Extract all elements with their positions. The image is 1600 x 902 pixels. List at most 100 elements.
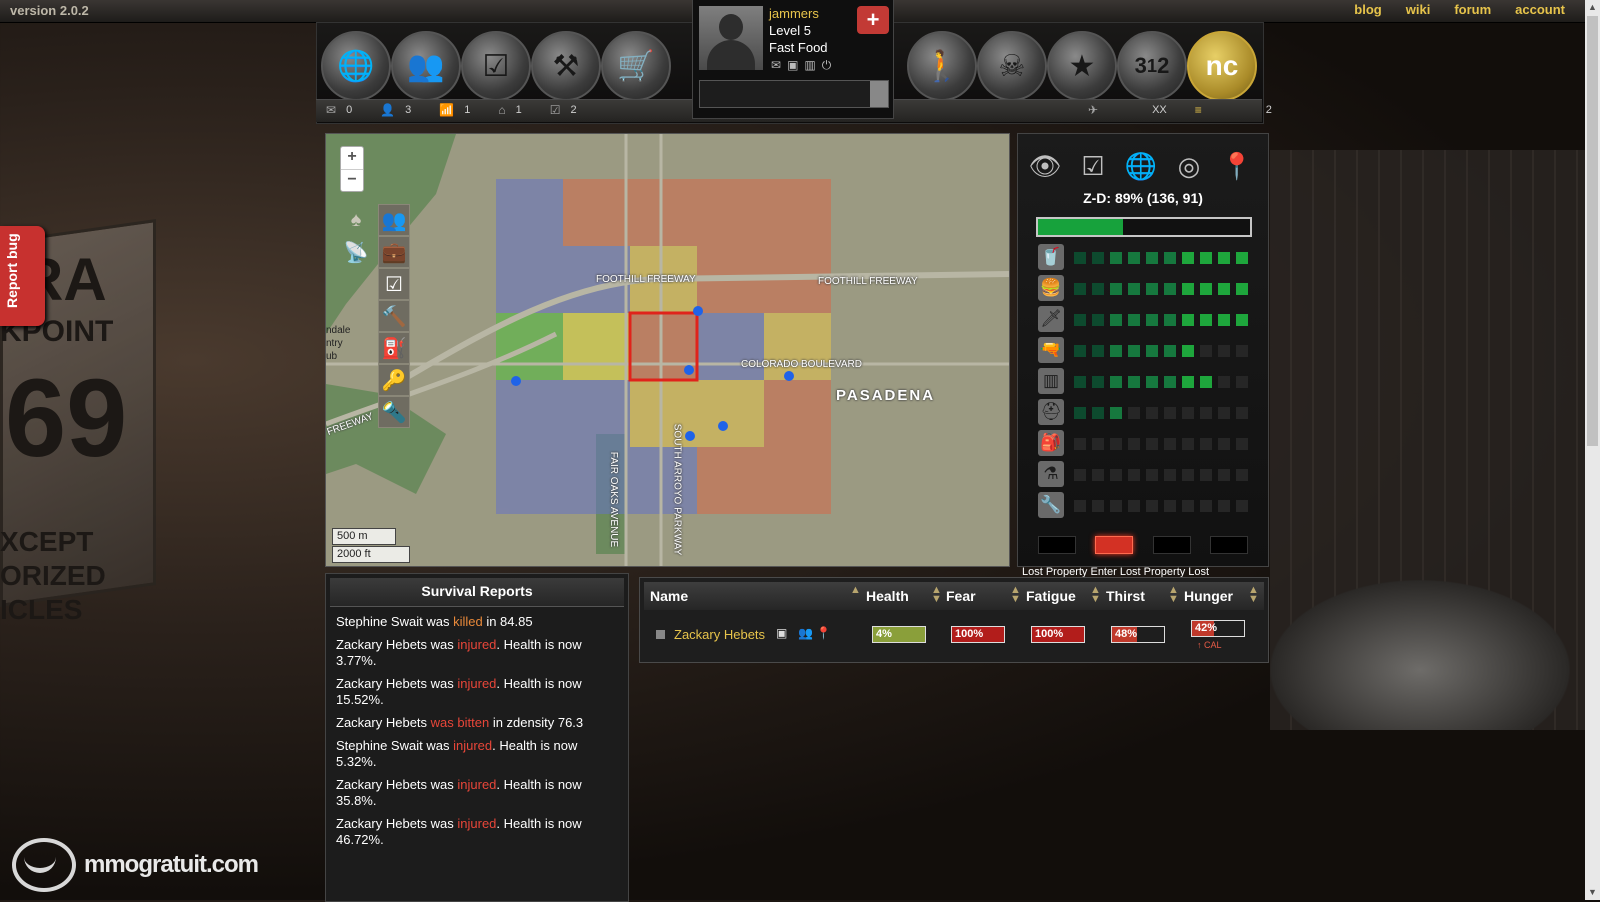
header-health[interactable]: Health <box>866 588 909 604</box>
map-pin-icon[interactable]: 📍 <box>1220 150 1254 182</box>
target-icon[interactable]: ◎ <box>1172 150 1206 182</box>
power-icon[interactable]: ⏻ <box>822 58 832 73</box>
location-pin-icon[interactable]: 📍 <box>816 626 831 640</box>
header-thirst[interactable]: Thirst <box>1106 588 1145 604</box>
slot-active[interactable] <box>1095 536 1134 554</box>
page-scrollbar[interactable]: ▲ ▼ <box>1585 0 1600 900</box>
briefcase-icon[interactable]: 💼 <box>378 236 410 268</box>
flashlight-icon[interactable]: 🔦 <box>378 396 410 428</box>
table-row[interactable]: Zackary Hebets ▣ 👥 📍 4% 100% 100% 48% 42… <box>644 620 1264 654</box>
shop-cart-icon[interactable]: 🛒 <box>601 31 671 101</box>
city-map[interactable]: + − ♠ 👥 📡 💼 ☑ 🔨 ⛽ 🔑 🔦 500 m 2000 ft FOOT… <box>325 133 1010 567</box>
melee-icon[interactable]: 🗡 <box>1038 306 1064 332</box>
briefcase-icon[interactable]: ▣ <box>776 626 787 640</box>
survivor-tool-icon[interactable]: 👥 <box>378 204 410 236</box>
mail-icon[interactable]: ✉ <box>326 103 336 117</box>
fatigue-value: 100% <box>1035 628 1064 640</box>
skill-cell <box>1236 407 1248 419</box>
header-name[interactable]: Name <box>650 588 688 604</box>
account-link[interactable]: account <box>1515 2 1565 17</box>
header-fatigue[interactable]: Fatigue <box>1026 588 1076 604</box>
scrollbar-thumb[interactable] <box>1587 16 1598 446</box>
skill-cell <box>1200 345 1212 357</box>
blog-link[interactable]: blog <box>1354 2 1381 17</box>
sort-icon[interactable]: ▲ ▼ <box>1248 585 1259 605</box>
survivors-icon[interactable]: 👥 <box>391 31 461 101</box>
checkmark-icon[interactable]: ☑ <box>1076 150 1110 182</box>
medkit-icon[interactable]: + <box>857 6 889 34</box>
skill-cell <box>1074 469 1086 481</box>
checkbox-tool-icon[interactable]: ☑ <box>378 268 410 300</box>
skill-cell <box>1074 407 1086 419</box>
sort-asc-icon[interactable]: ▲ <box>850 585 861 596</box>
plane-icon[interactable]: ✈ <box>1088 103 1098 117</box>
sort-icon[interactable]: ▲ ▼ <box>1090 585 1101 605</box>
skill-cells <box>1074 314 1248 326</box>
zd-readout: Z-D: 89% (136, 91) <box>1083 190 1203 206</box>
radio-tool-icon[interactable]: 📡 <box>340 236 372 268</box>
hunger-bar: 42% <box>1191 620 1245 637</box>
zoom-in-button[interactable]: + <box>341 147 363 170</box>
build-icon[interactable]: ⚒ <box>531 31 601 101</box>
backpack-icon[interactable]: 🎒 <box>1038 430 1064 456</box>
skill-cell <box>1110 438 1122 450</box>
star-icon[interactable]: ★ <box>1047 31 1117 101</box>
skill-cell <box>1128 469 1140 481</box>
survivor-icon[interactable]: 👤 <box>380 103 395 117</box>
walking-man-icon[interactable]: 🚶 <box>907 31 977 101</box>
slot[interactable] <box>1209 536 1248 554</box>
group-icon[interactable]: 👥 <box>798 626 813 640</box>
stats-chart-icon[interactable]: ▥ <box>804 58 815 73</box>
survivor-name[interactable]: Zackary Hebets <box>674 627 765 642</box>
spade-icon[interactable]: ♠ <box>340 204 372 236</box>
skill-cell <box>1146 252 1158 264</box>
input-handle[interactable] <box>870 81 888 107</box>
survivor-count: 3 <box>405 104 412 116</box>
tasks-icon[interactable]: ☑ <box>461 31 531 101</box>
report-bug-tab[interactable]: Report bug <box>0 226 45 326</box>
report-event: injured <box>457 637 497 652</box>
message-icon[interactable]: ✉ <box>771 58 781 73</box>
zoom-out-button[interactable]: − <box>341 170 363 192</box>
pistol-icon[interactable]: 🔫 <box>1038 337 1064 363</box>
slot[interactable] <box>1038 536 1076 554</box>
profile-card-icon[interactable]: ▣ <box>787 58 798 73</box>
task-icon[interactable]: ☑ <box>550 103 561 117</box>
avatar[interactable] <box>699 6 763 70</box>
player-name[interactable]: jammers <box>769 6 819 21</box>
stats-right: ✈ XX ≡ 2 <box>1088 103 1272 117</box>
food-icon[interactable]: 🍔 <box>1038 275 1064 301</box>
eye-icon[interactable]: 👁 <box>1028 150 1062 182</box>
flask-icon[interactable]: ⚗ <box>1038 461 1064 487</box>
nc-coin-icon[interactable]: nc <box>1187 31 1257 101</box>
player-chat-input[interactable] <box>699 80 889 108</box>
header-hunger[interactable]: Hunger <box>1184 588 1233 604</box>
leaderboard-icon[interactable]: 312 <box>1117 31 1187 101</box>
globe-small-icon[interactable]: 🌐 <box>1124 150 1158 182</box>
scroll-up-arrow[interactable]: ▲ <box>1585 0 1600 15</box>
hammer-icon[interactable]: 🔨 <box>378 300 410 332</box>
wiki-link[interactable]: wiki <box>1406 2 1431 17</box>
wrench-icon[interactable]: 🔧 <box>1038 492 1064 518</box>
coins-icon[interactable]: ≡ <box>1195 103 1202 117</box>
row-checkbox[interactable] <box>656 630 665 639</box>
fuel-icon[interactable]: ⛽ <box>378 332 410 364</box>
skill-cell <box>1164 345 1176 357</box>
header-fear[interactable]: Fear <box>946 588 976 604</box>
sort-icon[interactable]: ▲ ▼ <box>931 585 942 605</box>
globe-icon[interactable]: 🌐 <box>321 31 391 101</box>
house-icon[interactable]: ⌂ <box>498 103 505 117</box>
report-item: Zackary Hebets was bitten in zdensity 76… <box>326 715 628 731</box>
skill-cell <box>1146 376 1158 388</box>
ammo-icon[interactable]: ▥ <box>1038 368 1064 394</box>
sort-icon[interactable]: ▲ ▼ <box>1010 585 1021 605</box>
slot[interactable] <box>1152 536 1191 554</box>
helmet-icon[interactable]: ⛑ <box>1038 399 1064 425</box>
sort-icon[interactable]: ▲ ▼ <box>1168 585 1179 605</box>
skull-crossbones-icon[interactable]: ☠ <box>977 31 1047 101</box>
radio-icon[interactable]: 📶 <box>439 103 454 117</box>
key-icon[interactable]: 🔑 <box>378 364 410 396</box>
drink-icon[interactable]: 🥤 <box>1038 244 1064 270</box>
forum-link[interactable]: forum <box>1454 2 1491 17</box>
scroll-down-arrow[interactable]: ▼ <box>1585 885 1600 900</box>
